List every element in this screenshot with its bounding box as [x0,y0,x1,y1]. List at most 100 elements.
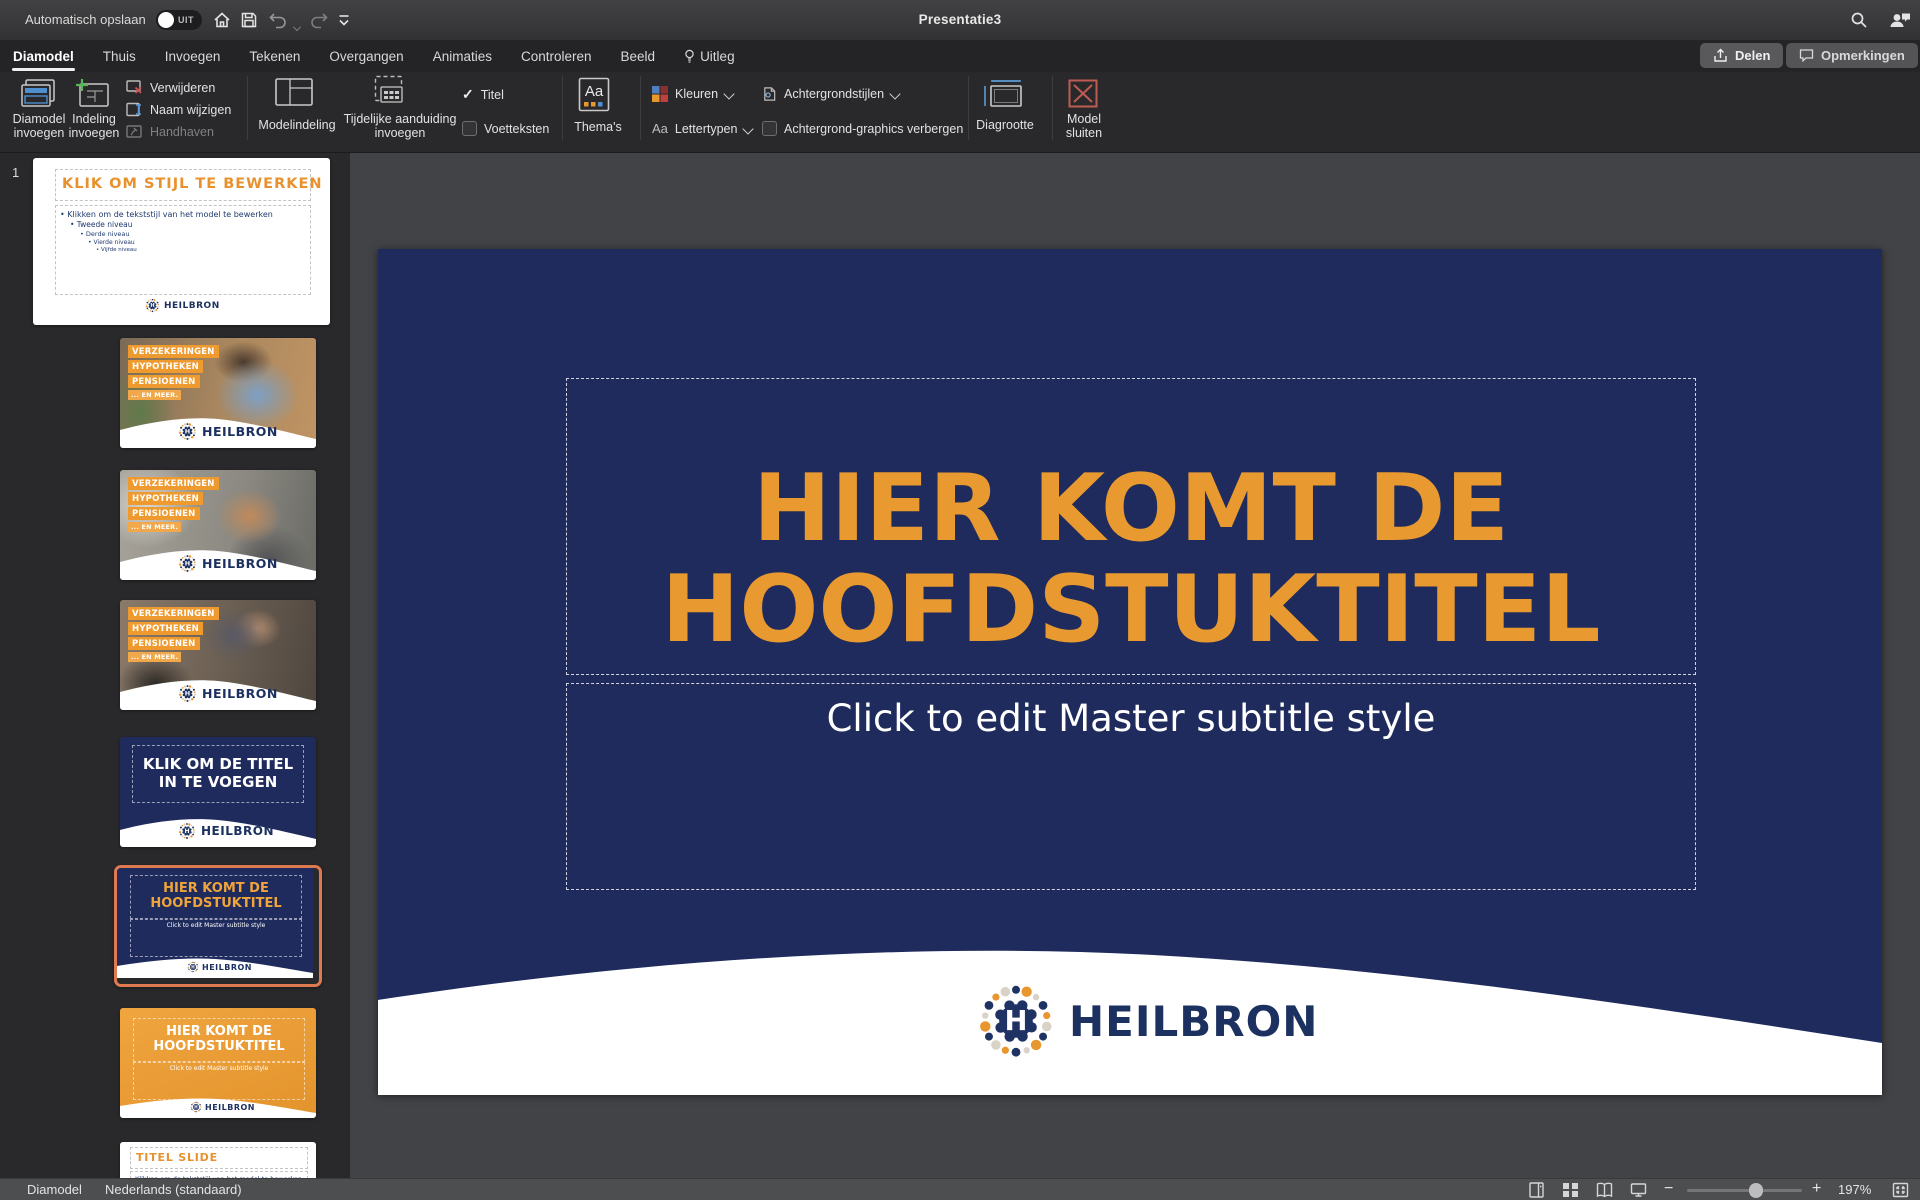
thumbnail-title-slide[interactable]: TITEL SLIDE Klikken om de tekststijl van… [120,1142,316,1178]
svg-text:H: H [185,428,190,436]
close-master-icon[interactable] [1068,79,1098,108]
thumbnail-photo-layout-2[interactable]: VERZEKERINGEN HYPOTHEKEN PENSIOENEN ... … [120,470,316,580]
zoom-slider[interactable] [1687,1189,1802,1192]
thumbnail-photo-layout-1[interactable]: VERZEKERINGEN HYPOTHEKEN PENSIOENEN ... … [120,338,316,448]
fonts-button[interactable]: Aa Lettertypen [652,121,752,136]
statusbar-view-label[interactable]: Diamodel [27,1179,82,1200]
heilbron-logo: H HEILBRON [976,981,1318,1061]
photo-chips: VERZEKERINGEN HYPOTHEKEN PENSIOENEN ... … [128,345,219,400]
slide-title-text: HIER KOMT DE HOOFDSTUKTITEL [567,458,1695,660]
colors-chevron-icon [723,88,734,99]
statusbar-language[interactable]: Nederlands (standaard) [105,1179,242,1200]
presence-icon[interactable] [1888,11,1912,29]
thumbnail-photo-layout-3[interactable]: VERZEKERINGEN HYPOTHEKEN PENSIOENEN ... … [120,600,316,710]
heilbron-logo: H HEILBRON [178,822,274,840]
slide-title-placeholder[interactable]: HIER KOMT DE HOOFDSTUKTITEL [566,378,1696,675]
slide-size-button[interactable]: Diagrootte [972,118,1038,132]
tab-overgangen[interactable]: Overgangen [328,49,404,64]
thumbnail-title-layout[interactable]: KLIK OM DE TITEL IN TE VOEGEN H HEILBRON [120,737,316,847]
insert-placeholder-icon[interactable] [374,75,408,107]
zoom-level[interactable]: 197% [1838,1179,1871,1200]
themes-button[interactable]: Thema's [560,120,636,134]
slide-size-icon[interactable] [984,80,1024,108]
colors-icon [652,86,668,102]
tab-thuis[interactable]: Thuis [102,49,137,64]
delete-label: Verwijderen [150,81,215,95]
fonts-chevron-icon [743,123,754,134]
thumbnail-master[interactable]: KLIK OM STIJL TE BEWERKEN • Klikken om d… [33,158,330,325]
preserve-button[interactable]: Handhaven [126,124,214,139]
master-layout-button[interactable]: Modelindeling [258,118,336,132]
comments-button-label: Opmerkingen [1821,48,1905,63]
delete-button[interactable]: Verwijderen [126,80,215,95]
background-styles-icon [762,86,777,102]
svg-text:H: H [191,964,195,969]
share-button-label: Delen [1735,48,1770,63]
slideshow-icon[interactable] [1630,1182,1647,1198]
tab-uitleg[interactable]: Uitleg [683,49,736,64]
background-styles-button[interactable]: Achtergrondstijlen [762,86,899,102]
heilbron-logo: H HEILBRON [178,684,278,703]
heilbron-logo: H HEILBRON [178,422,278,441]
svg-text:H: H [185,690,190,698]
statusbar: Diamodel Nederlands (standaard) − + 197% [0,1178,1920,1200]
normal-view-icon[interactable] [1528,1182,1545,1198]
master-body-placeholder: • Klikken om de tekststijl van het model… [55,205,311,295]
zoom-slider-thumb[interactable] [1749,1183,1763,1198]
thumbnail-chapter-dark-selected[interactable]: HIER KOMT DE HOOFDSTUKTITEL Click to edi… [114,865,322,987]
title-checkbox[interactable]: ✓ Titel [462,86,504,103]
background-styles-label: Achtergrondstijlen [784,87,884,101]
footers-checkbox[interactable]: Voetteksten [462,121,549,136]
tab-diamodel[interactable]: Diamodel [12,49,75,64]
checkbox-icon [762,121,777,136]
ribbon-divider [968,76,969,140]
rename-button[interactable]: Naam wijzigen [126,102,231,117]
fit-slide-icon[interactable] [1892,1182,1909,1198]
tab-tekenen[interactable]: Tekenen [248,49,301,64]
subtitle-placeholder: Click to edit Master subtitle style [130,919,302,957]
tab-invoegen[interactable]: Invoegen [164,49,222,64]
fonts-label: Lettertypen [675,122,738,136]
thumbnail-chapter-orange[interactable]: HIER KOMT DE HOOFDSTUKTITEL Click to edi… [120,1008,316,1118]
share-button[interactable]: Delen [1700,43,1783,68]
themes-icon[interactable]: Aa [578,77,610,112]
zoom-out-button[interactable]: − [1664,1178,1673,1200]
slide-editor[interactable]: HIER KOMT DE HOOFDSTUKTITEL Click to edi… [378,249,1882,1095]
close-master-button[interactable]: Modelsluiten [1053,112,1115,140]
slide-sorter-icon[interactable] [1562,1182,1579,1198]
document-title: Presentatie3 [0,0,1920,40]
tab-beeld[interactable]: Beeld [620,49,657,64]
search-icon[interactable] [1850,11,1868,29]
insert-layout-icon[interactable] [74,78,112,110]
title-placeholder: HIER KOMT DE HOOFDSTUKTITEL [133,1018,305,1062]
colors-button[interactable]: Kleuren [652,86,733,102]
heilbron-logo: H HEILBRON [145,298,220,313]
slide-subtitle-placeholder[interactable]: Click to edit Master subtitle style [566,683,1696,890]
titlebar: Automatisch opslaan UIT Presentatie3 [0,0,1920,41]
body-placeholder: Klikken om de tekststijl van het model t… [130,1171,308,1178]
insert-placeholder-button[interactable]: Tijdelijke aanduidinginvoegen [337,112,463,140]
hide-background-checkbox[interactable]: Achtergrond-graphics verbergen [762,121,963,136]
background-styles-chevron-icon [889,88,900,99]
master-layout-icon[interactable] [275,78,313,106]
title-placeholder: KLIK OM DE TITEL IN TE VOEGEN [132,745,304,803]
reading-view-icon[interactable] [1596,1182,1613,1198]
check-icon: ✓ [462,86,474,103]
heilbron-logo: H HEILBRON [178,554,278,573]
insert-layout-button[interactable]: Indelinginvoegen [59,112,129,140]
hide-background-label: Achtergrond-graphics verbergen [784,122,963,136]
insert-master-icon[interactable] [20,78,58,110]
comments-button[interactable]: Opmerkingen [1786,43,1918,68]
title-placeholder: HIER KOMT DE HOOFDSTUKTITEL [130,875,302,919]
tab-animaties[interactable]: Animaties [432,49,493,64]
checkbox-icon [462,121,477,136]
tab-controleren[interactable]: Controleren [520,49,593,64]
comments-icon [1799,48,1814,63]
zoom-in-button[interactable]: + [1812,1178,1821,1200]
svg-text:H: H [185,560,190,568]
master-title-placeholder: KLIK OM STIJL TE BEWERKEN [55,169,311,201]
subtitle-placeholder: Click to edit Master subtitle style [133,1062,305,1100]
slide-thumbnail-panel: 1 KLIK OM STIJL TE BEWERKEN • Klikken om… [0,153,350,1178]
tab-uitleg-label: Uitleg [700,49,735,64]
title-checkbox-label: Titel [481,88,504,102]
